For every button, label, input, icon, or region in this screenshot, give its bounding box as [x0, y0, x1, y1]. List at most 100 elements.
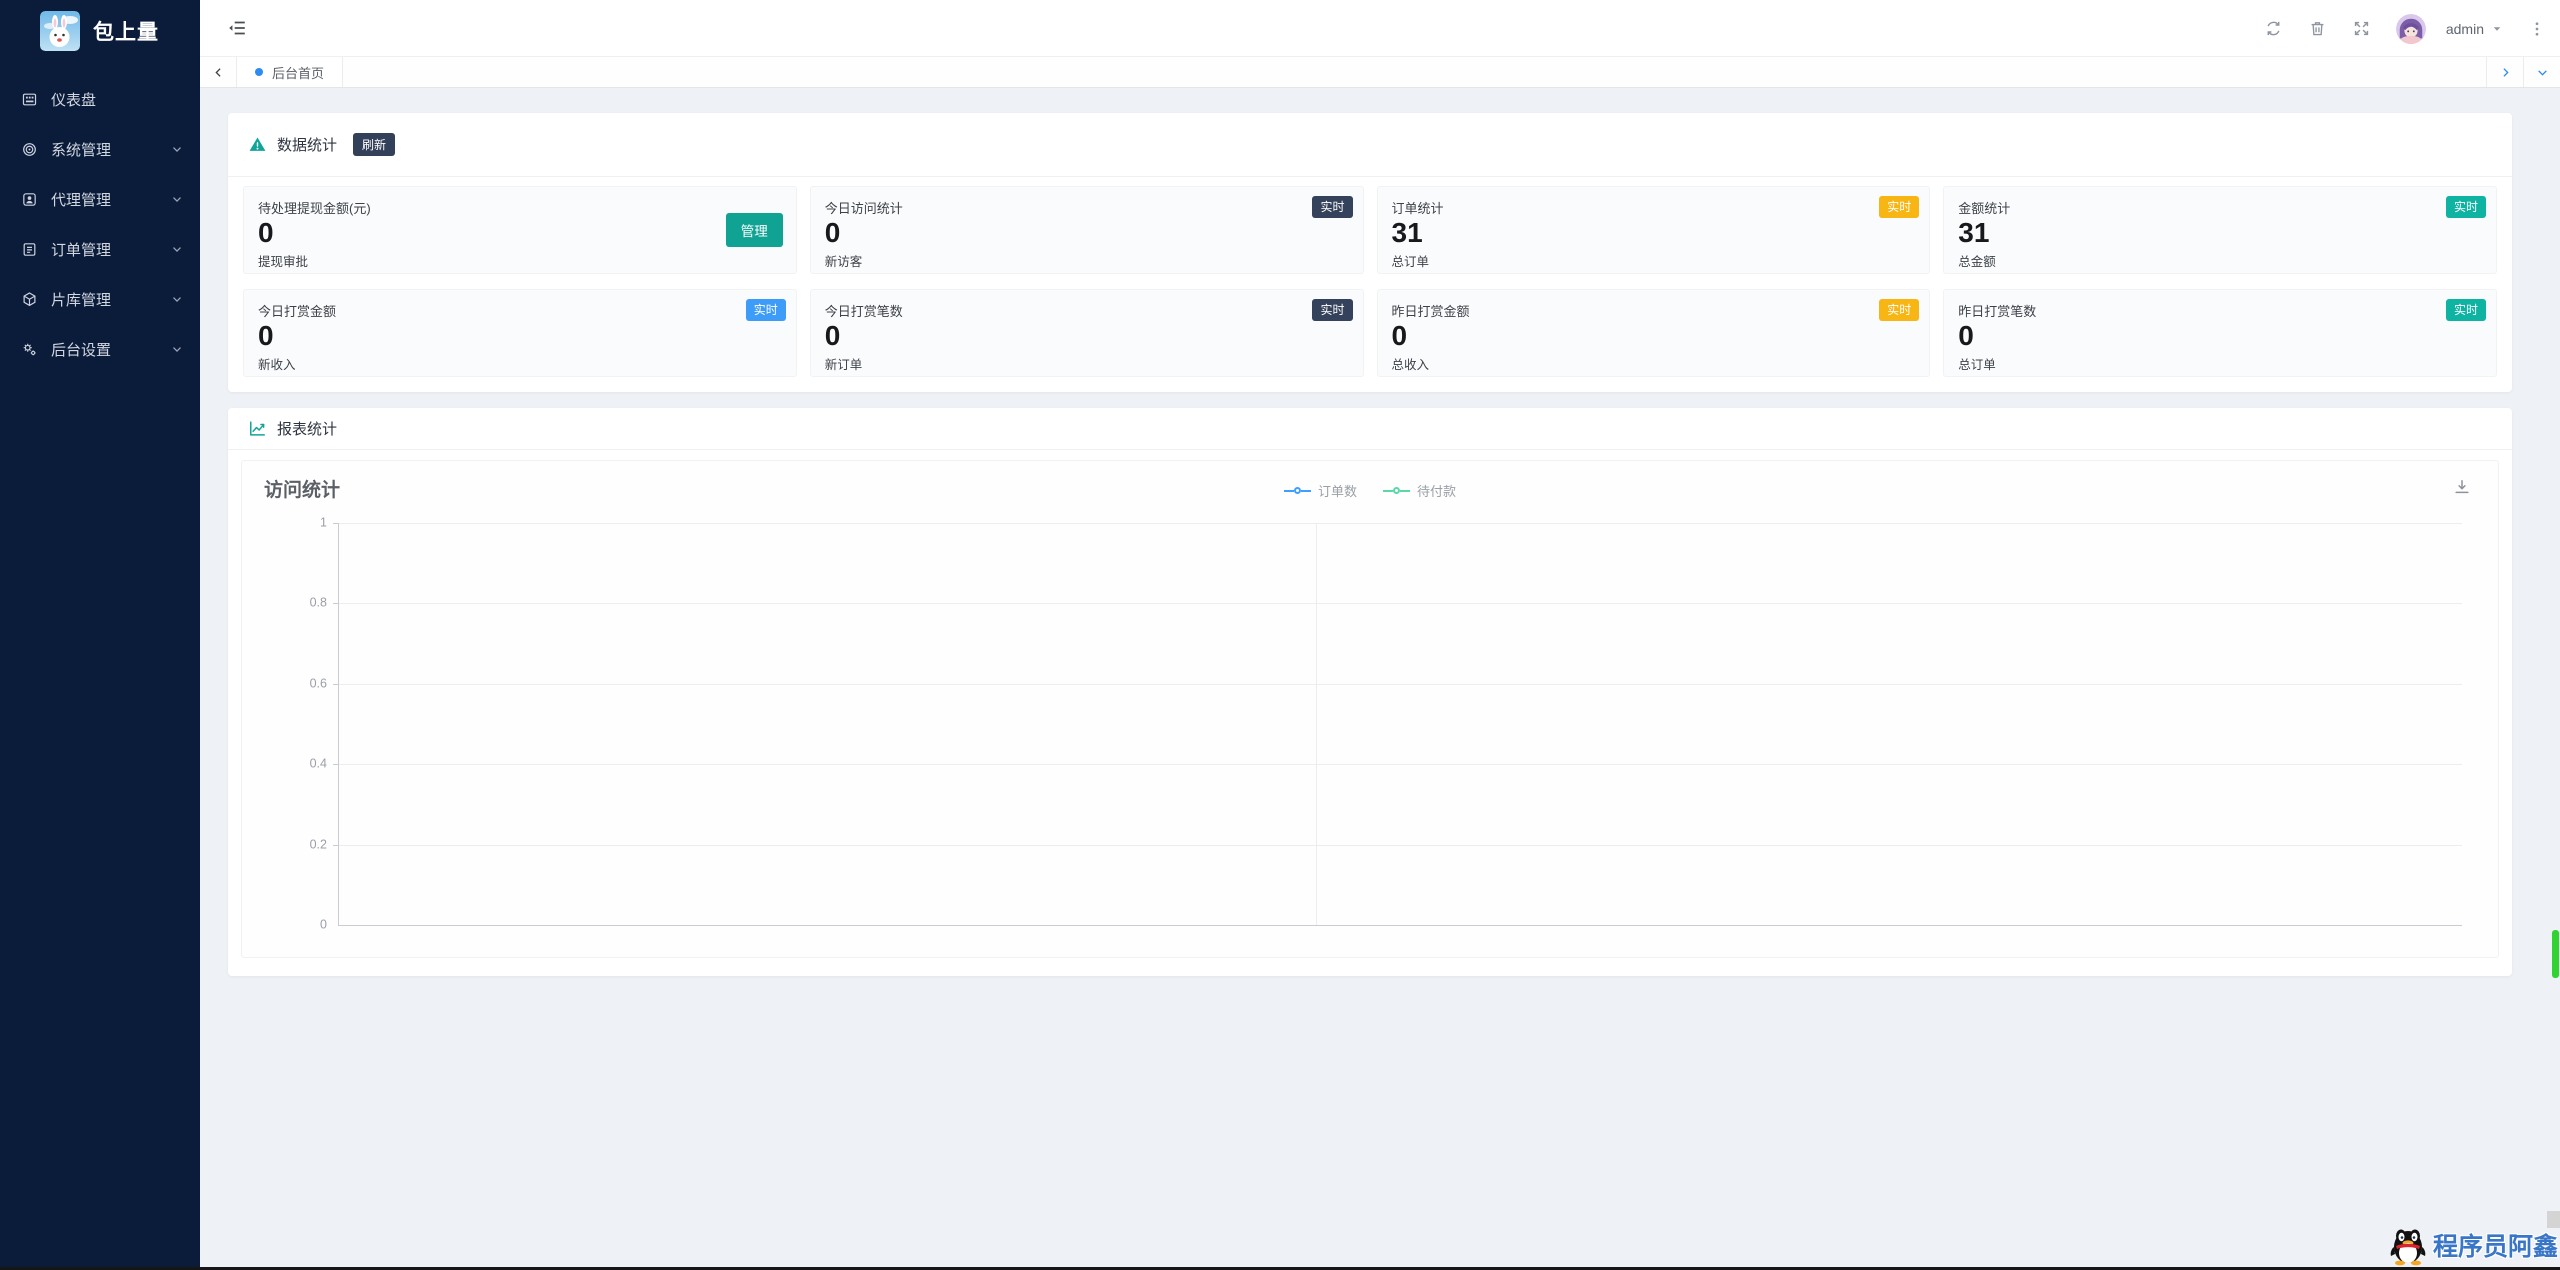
status-badge: 实时: [2445, 196, 2486, 218]
report-panel: 报表统计 访问统计 订单数 待付款 1 0.8 0.6 0.4 0.2 0: [228, 408, 2512, 976]
main-content: 数据统计 刷新 待处理提现金额(元) 0 提现审批 管理 今日访问统计 0 新访…: [200, 88, 2560, 1270]
stat-card-visits-today: 今日访问统计 0 新访客 实时: [809, 186, 1364, 274]
y-axis-label: 1: [320, 515, 327, 530]
user-menu[interactable]: admin: [2395, 13, 2503, 44]
gridline: [339, 603, 2462, 605]
chart-legend: 订单数 待付款: [1283, 481, 1456, 500]
chevron-down-icon: [170, 292, 184, 306]
gridline: [339, 844, 2462, 846]
stat-card-title: 金额统计: [1958, 201, 2011, 216]
legend-marker: [1393, 487, 1400, 494]
sidebar-item-label: 后台设置: [51, 341, 112, 359]
tabs-menu-button[interactable]: [2523, 57, 2560, 87]
avatar: [2395, 13, 2426, 44]
vertical-gridline: [1315, 523, 1317, 925]
trash-icon[interactable]: [2308, 19, 2327, 38]
sidebar-menu: 仪表盘 系统管理 代理管理 订单管理 片库管理 后台设置: [0, 74, 200, 374]
stat-card-tips-amount-today: 今日打赏金额 0 新收入 实时: [243, 289, 797, 377]
caret-down-icon: [2491, 23, 2503, 35]
stat-card-value: 31: [1958, 217, 1990, 248]
qq-penguin-icon: [2388, 1224, 2428, 1266]
stats-panel-header: 数据统计 刷新: [228, 113, 2512, 177]
chart-plot-area: 1 0.8 0.6 0.4 0.2 0: [310, 515, 2462, 931]
report-section-title: 报表统计: [277, 421, 338, 438]
status-badge: 实时: [1312, 299, 1353, 321]
legend-line: [1400, 489, 1410, 492]
gridline: [339, 523, 2462, 524]
stat-card-amount: 金额统计 31 总金额 实时: [1943, 186, 2497, 274]
manage-button[interactable]: 管理: [725, 213, 783, 247]
sidebar-item-library[interactable]: 片库管理: [0, 274, 200, 324]
library-icon: [21, 291, 38, 308]
stat-card-value: 0: [258, 217, 274, 248]
stat-card-subtitle: 新订单: [824, 358, 863, 373]
y-axis-label: 0.2: [309, 836, 327, 851]
warning-triangle-icon: [248, 135, 267, 154]
download-icon[interactable]: [2452, 477, 2472, 497]
stat-card-title: 昨日打赏笔数: [1958, 304, 2037, 319]
logo-image: [40, 11, 80, 51]
stats-section-title: 数据统计: [277, 137, 338, 154]
report-panel-header: 报表统计: [228, 408, 2512, 450]
stat-card-title: 今日访问统计: [824, 201, 903, 216]
stat-card-title: 今日打赏金额: [258, 304, 337, 319]
sidebar-item-label: 代理管理: [51, 191, 112, 209]
stat-card-subtitle: 总金额: [1958, 255, 1996, 270]
stat-card-orders: 订单统计 31 总订单 实时: [1376, 186, 1931, 274]
chevron-down-icon: [170, 242, 184, 256]
stat-card-subtitle: 总收入: [1391, 358, 1430, 373]
menu-fold-icon[interactable]: [226, 17, 248, 39]
refresh-icon[interactable]: [2264, 19, 2283, 38]
stat-card-value: 0: [824, 217, 841, 248]
legend-item-pending[interactable]: 待付款: [1383, 481, 1456, 500]
stat-card-withdraw: 待处理提现金额(元) 0 提现审批 管理: [243, 186, 797, 274]
status-badge: 实时: [745, 299, 786, 321]
stat-card-value: 31: [1391, 217, 1423, 248]
sidebar-item-system[interactable]: 系统管理: [0, 124, 200, 174]
fullscreen-icon[interactable]: [2352, 19, 2371, 38]
status-badge: 实时: [2445, 299, 2486, 321]
sidebar: 包上量 仪表盘 系统管理 代理管理 订单管理 片库管理 后台设置: [0, 0, 200, 1270]
axis-tick: [333, 764, 339, 766]
stat-card-title: 待处理提现金额(元): [258, 201, 371, 216]
y-axis-label: 0.6: [309, 676, 327, 691]
more-vertical-icon[interactable]: [2528, 20, 2546, 38]
stat-card-title: 今日打赏笔数: [824, 304, 903, 319]
y-axis-label: 0.8: [309, 595, 327, 610]
sidebar-item-dashboard[interactable]: 仪表盘: [0, 74, 200, 124]
tabs-scroll-left-button[interactable]: [200, 57, 237, 87]
qq-watermark-text: 程序员阿鑫: [2432, 1233, 2558, 1261]
tabbar-spacer: [343, 57, 2486, 87]
stat-card-subtitle: 新收入: [258, 358, 296, 373]
chevron-down-icon: [170, 192, 184, 206]
sidebar-item-agents[interactable]: 代理管理: [0, 174, 200, 224]
stat-card-value: 0: [258, 320, 274, 351]
stat-card-tips-amount-yesterday: 昨日打赏金额 0 总收入 实时: [1376, 289, 1931, 377]
legend-item-orders[interactable]: 订单数: [1283, 481, 1357, 500]
active-tab-dot: [255, 68, 263, 76]
refresh-badge-button[interactable]: 刷新: [353, 133, 396, 156]
axis-tick: [333, 844, 339, 846]
stat-card-value: 0: [1391, 320, 1408, 351]
sidebar-item-orders[interactable]: 订单管理: [0, 224, 200, 274]
legend-line: [1383, 489, 1393, 492]
tabs-scroll-right-button[interactable]: [2486, 57, 2523, 87]
legend-label: 订单数: [1317, 484, 1357, 499]
stat-card-tips-count-yesterday: 昨日打赏笔数 0 总订单 实时: [1943, 289, 2497, 377]
stat-card-subtitle: 总订单: [1391, 255, 1430, 270]
scrollbar-thumb[interactable]: [2552, 930, 2559, 978]
tab-home[interactable]: 后台首页: [237, 57, 344, 87]
status-badge: 实时: [1879, 299, 1920, 321]
sidebar-item-settings[interactable]: 后台设置: [0, 324, 200, 374]
stats-panel: 数据统计 刷新 待处理提现金额(元) 0 提现审批 管理 今日访问统计 0 新访…: [228, 113, 2512, 392]
app-logo[interactable]: 包上量: [0, 0, 200, 62]
legend-line: [1300, 489, 1311, 492]
settings-icon: [21, 341, 38, 358]
stat-card-tips-count-today: 今日打赏笔数 0 新订单 实时: [809, 289, 1364, 377]
topbar: admin: [200, 0, 2560, 57]
chevron-down-icon: [170, 342, 184, 356]
chart-line-icon: [248, 419, 267, 438]
dashboard-icon: [21, 91, 38, 108]
status-badge: 实时: [1879, 196, 1920, 218]
stat-card-title: 订单统计: [1391, 201, 1444, 216]
